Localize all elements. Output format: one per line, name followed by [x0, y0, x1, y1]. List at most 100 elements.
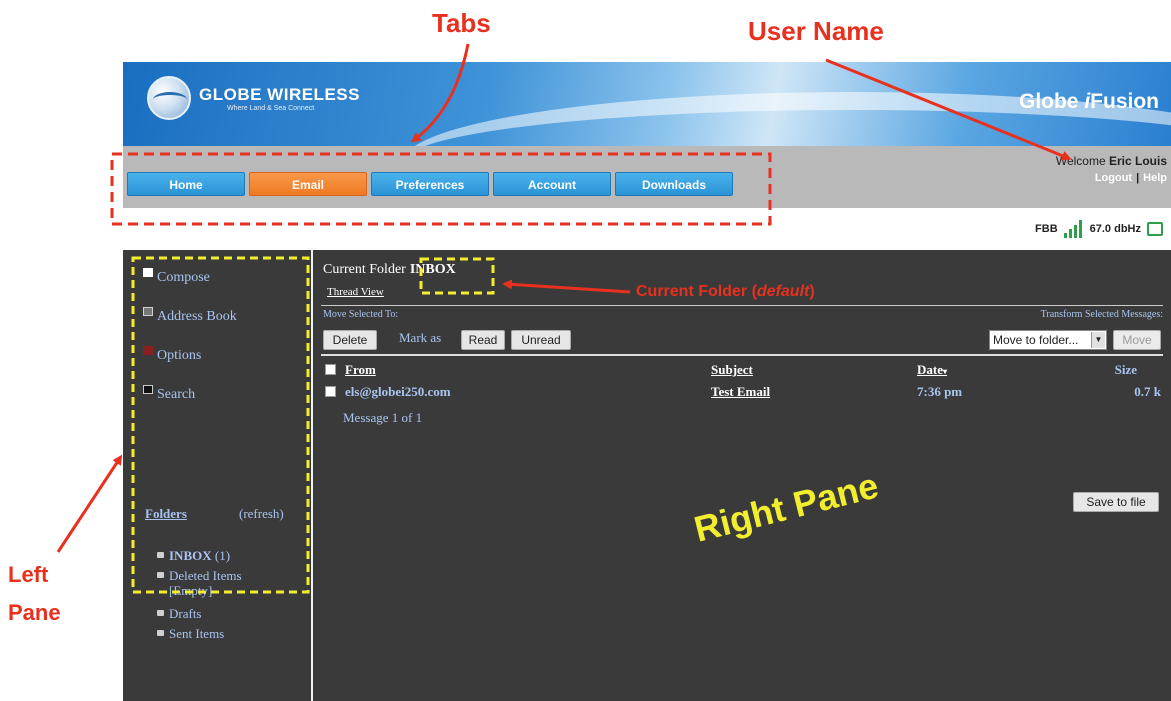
- message-count: Message 1 of 1: [343, 410, 423, 425]
- tab-account[interactable]: Account: [493, 172, 611, 196]
- message-table: From Subject Date▾ Size els@globei250.co…: [323, 359, 1161, 403]
- move-to-folder-select[interactable]: Move to folder... ▼: [989, 330, 1107, 350]
- search-icon: [143, 385, 153, 394]
- main-tabs: Home Email Preferences Account Downloads: [127, 172, 733, 196]
- select-all-checkbox[interactable]: [325, 364, 336, 375]
- trash-folder-icon: [157, 572, 164, 578]
- status-strip: FBB 67.0 dbHz: [123, 208, 1171, 250]
- annotation-folder-text: Current Folder (: [636, 283, 757, 300]
- options-label: Options: [157, 348, 202, 363]
- save-to-file-button[interactable]: Save to file: [1073, 492, 1159, 512]
- connection-type: FBB: [1035, 223, 1058, 235]
- nav-strip: Home Email Preferences Account Downloads…: [123, 146, 1171, 208]
- folder-inbox[interactable]: INBOX (1): [157, 548, 230, 563]
- tab-home[interactable]: Home: [127, 172, 245, 196]
- col-date[interactable]: Date▾: [917, 362, 947, 378]
- options-icon: [143, 346, 153, 355]
- search-link[interactable]: Search: [143, 385, 196, 403]
- mark-unread-button[interactable]: Unread: [511, 330, 571, 350]
- row-checkbox[interactable]: [325, 386, 336, 397]
- company-logo: GLOBE WIRELESS Where Land & Sea Connect: [147, 76, 360, 120]
- screen-icon[interactable]: [1147, 222, 1163, 236]
- left-pane: Compose Address Book Options Search Fold…: [123, 250, 313, 701]
- folders-header[interactable]: Folders: [145, 506, 187, 522]
- tab-preferences[interactable]: Preferences: [371, 172, 489, 196]
- logo-title: GLOBE WIRELESS: [199, 84, 360, 104]
- product-brand: Globe iFusion: [1019, 90, 1159, 114]
- drafts-folder-icon: [157, 610, 164, 616]
- folder-inbox-count: (1): [214, 548, 231, 563]
- help-link[interactable]: Help: [1143, 172, 1167, 184]
- address-book-icon: [143, 307, 153, 316]
- annotation-left-line2: Pane: [8, 600, 61, 625]
- row-from[interactable]: els@globei250.com: [345, 384, 451, 400]
- compose-link[interactable]: Compose: [143, 268, 210, 286]
- row-size: 0.7 k: [1134, 384, 1161, 399]
- annotation-folder-italic: default: [756, 283, 810, 300]
- table-header: From Subject Date▾ Size: [323, 359, 1161, 381]
- folder-deleted-items[interactable]: Deleted Items [Empty]: [157, 568, 279, 598]
- thread-view-link[interactable]: Thread View: [327, 286, 384, 298]
- mark-as-label: Mark as: [399, 330, 442, 345]
- col-date-label: Date: [917, 362, 943, 377]
- col-size[interactable]: Size: [1115, 362, 1137, 378]
- move-select-value: Move to folder...: [993, 333, 1079, 347]
- user-name: Eric Louis: [1108, 154, 1167, 168]
- annotation-left-pane: Left Pane: [8, 556, 61, 632]
- signal-bars-icon: [1063, 220, 1082, 238]
- delete-button[interactable]: Delete: [323, 330, 377, 350]
- row-subject[interactable]: Test Email: [711, 384, 770, 400]
- divider: [321, 305, 1163, 306]
- mark-read-button[interactable]: Read: [461, 330, 505, 350]
- signal-strength: 67.0 dbHz: [1089, 223, 1141, 235]
- sent-folder-icon: [157, 630, 164, 636]
- move-selected-label: Move Selected To:: [323, 309, 399, 320]
- link-separator: |: [1136, 172, 1140, 184]
- current-folder: Current Folder INBOX: [323, 262, 456, 278]
- move-button[interactable]: Move: [1113, 330, 1161, 350]
- options-link[interactable]: Options: [143, 346, 202, 364]
- current-folder-label: Current Folder: [323, 262, 406, 277]
- search-label: Search: [157, 387, 196, 402]
- logout-link[interactable]: Logout: [1095, 172, 1132, 184]
- app-window: GLOBE WIRELESS Where Land & Sea Connect …: [123, 62, 1171, 701]
- chevron-down-icon: ▼: [1091, 332, 1105, 348]
- brand-suffix: Fusion: [1090, 90, 1159, 113]
- col-from[interactable]: From: [345, 362, 376, 378]
- refresh-link[interactable]: (refresh): [239, 506, 284, 522]
- folder-deleted-name: Deleted Items [Empty]: [169, 568, 242, 598]
- brand-prefix: Globe: [1018, 90, 1085, 113]
- welcome-text: Welcome Eric Louis: [1056, 154, 1167, 168]
- tab-email[interactable]: Email: [249, 172, 367, 196]
- inbox-folder-icon: [157, 552, 164, 558]
- tab-downloads[interactable]: Downloads: [615, 172, 733, 196]
- folder-inbox-name: INBOX: [169, 548, 212, 563]
- table-row[interactable]: els@globei250.com Test Email 7:36 pm 0.7…: [323, 381, 1161, 403]
- logo-tagline: Where Land & Sea Connect: [227, 104, 315, 112]
- annotation-left-line1: Left: [8, 562, 49, 587]
- folder-drafts[interactable]: Drafts: [157, 606, 202, 621]
- welcome-prefix: Welcome: [1055, 154, 1109, 168]
- annotation-user-name: User Name: [748, 16, 884, 46]
- current-folder-name: INBOX: [409, 262, 456, 277]
- user-links: Logout | Help: [1095, 172, 1167, 184]
- folder-drafts-name: Drafts: [169, 606, 202, 621]
- sort-arrow-icon: ▾: [943, 367, 948, 376]
- globe-icon: [147, 76, 191, 120]
- left-pane-arrow: [56, 454, 123, 553]
- annotation-tabs: Tabs: [432, 8, 491, 38]
- address-book-link[interactable]: Address Book: [143, 307, 237, 325]
- annotation-current-folder: Current Folder (default): [636, 283, 815, 301]
- annotation-folder-end: ): [809, 283, 815, 300]
- col-subject[interactable]: Subject: [711, 362, 753, 378]
- compose-icon: [143, 268, 153, 277]
- screenshot: GLOBE WIRELESS Where Land & Sea Connect …: [0, 0, 1171, 701]
- connection-status: FBB 67.0 dbHz: [1035, 220, 1163, 238]
- folder-sent-name: Sent Items: [169, 626, 225, 641]
- compose-label: Compose: [157, 270, 210, 285]
- folder-sent-items[interactable]: Sent Items: [157, 626, 224, 641]
- address-book-label: Address Book: [157, 309, 237, 324]
- header-banner: GLOBE WIRELESS Where Land & Sea Connect …: [123, 62, 1171, 146]
- row-date: 7:36 pm: [917, 384, 963, 399]
- right-pane: Current Folder INBOX Thread View Move Sel…: [315, 250, 1171, 701]
